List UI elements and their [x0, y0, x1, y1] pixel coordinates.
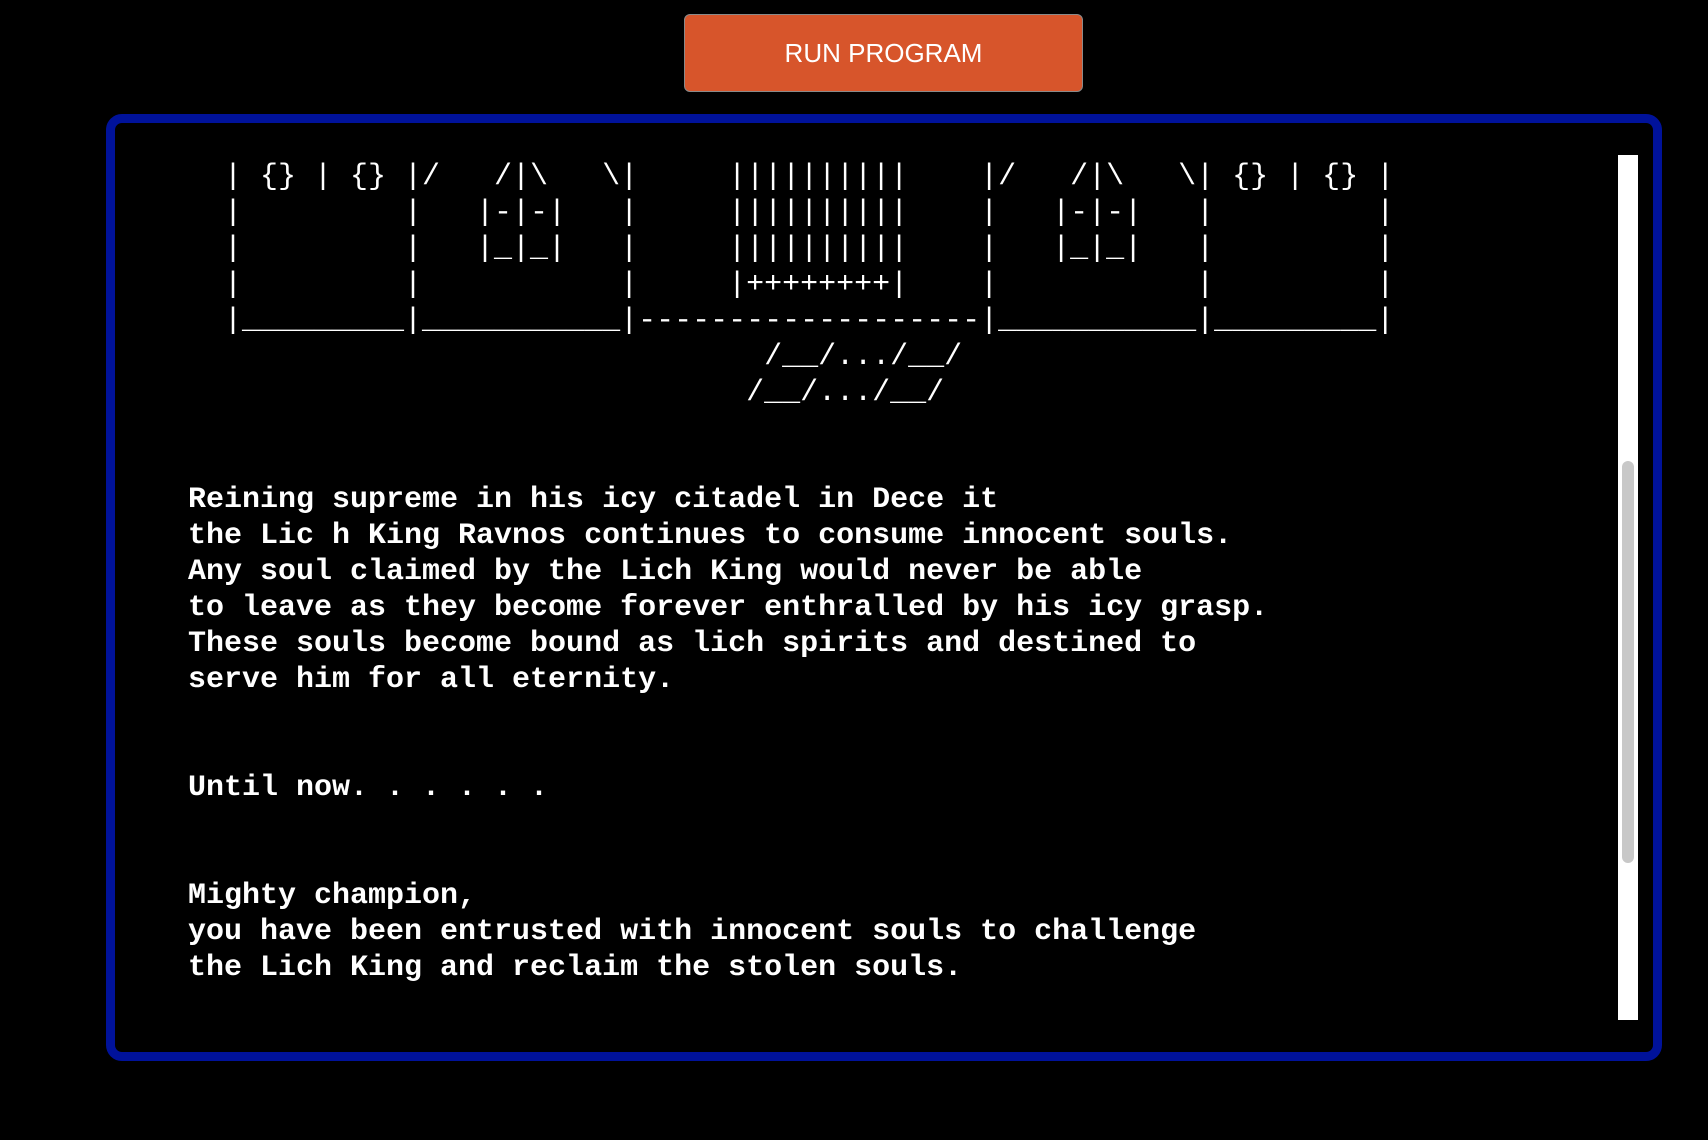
ascii-art-castle: | {} | {} |/ /|\ \| |||||||||| |/ /|\ \|…	[224, 160, 1395, 410]
run-program-button[interactable]: RUN PROGRAM	[684, 14, 1083, 92]
story-text: Reining supreme in his icy citadel in De…	[188, 483, 1269, 985]
scrollbar-track[interactable]	[1618, 155, 1638, 1020]
terminal-frame: | {} | {} |/ /|\ \| |||||||||| |/ /|\ \|…	[106, 114, 1662, 1061]
scrollbar-thumb[interactable]	[1622, 461, 1634, 863]
terminal-output[interactable]: | {} | {} |/ /|\ \| |||||||||| |/ /|\ \|…	[115, 123, 1653, 1052]
